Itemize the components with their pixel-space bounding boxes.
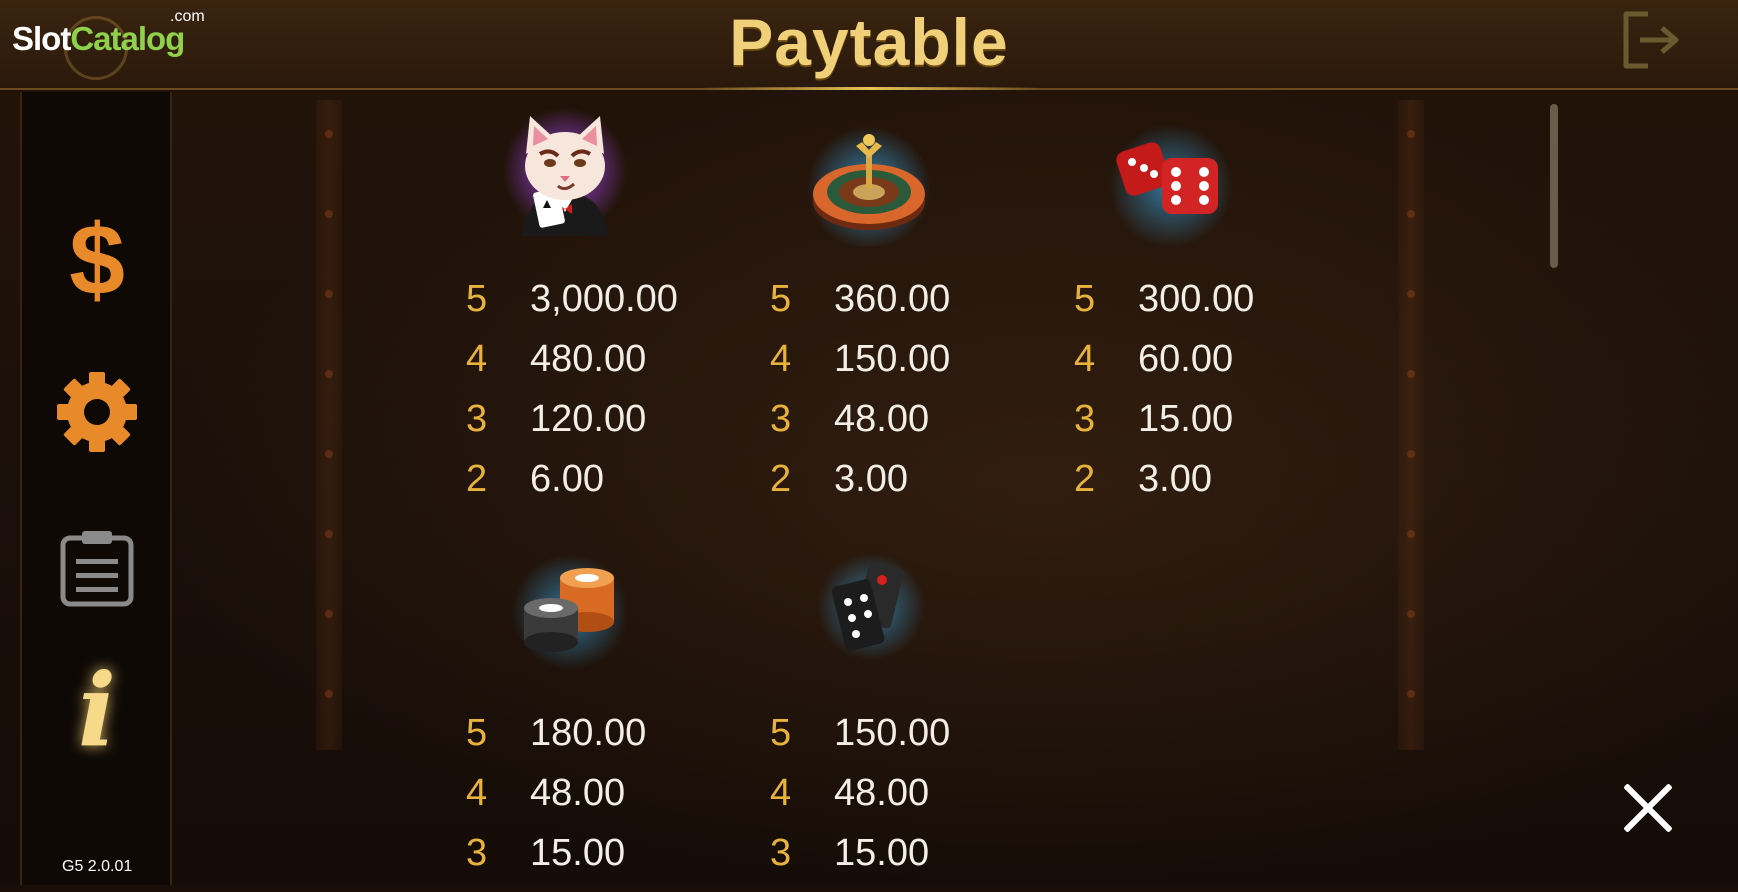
pay-row: 3 48.00 [770, 398, 1030, 458]
info-button[interactable]: i [52, 651, 142, 769]
dice-icon [1106, 116, 1236, 248]
match-count: 2 [770, 458, 792, 500]
match-count: 3 [770, 398, 792, 440]
payout-value: 48.00 [834, 398, 930, 440]
pay-row: 2 6.00 [466, 458, 726, 518]
cat-icon [500, 108, 630, 238]
match-count: 3 [770, 832, 792, 874]
scrollbar[interactable] [1550, 104, 1558, 268]
paylist-roulette: 5 360.00 4 150.00 3 48.00 2 3.00 [770, 278, 1030, 518]
exit-button[interactable] [1618, 8, 1684, 74]
close-button[interactable] [1620, 780, 1676, 836]
payout-value: 15.00 [834, 832, 930, 874]
exit-icon [1623, 11, 1679, 69]
paylist-cat: 5 3,000.00 4 480.00 3 120.00 2 6.00 [466, 278, 726, 518]
payout-value: 300.00 [1138, 278, 1255, 320]
payout-value: 3.00 [834, 458, 908, 500]
title-underline [700, 87, 1040, 90]
roulette-icon [804, 116, 934, 250]
sidebar: $ i G5 2.0.01 [20, 92, 172, 885]
payout-value: 3,000.00 [530, 278, 678, 320]
match-count: 2 [1074, 458, 1096, 500]
pay-row: 3 15.00 [1074, 398, 1334, 458]
match-count: 3 [466, 398, 488, 440]
pay-row: 4 48.00 [770, 772, 1030, 832]
chips-icon [510, 552, 640, 682]
pay-row: 5 300.00 [1074, 278, 1334, 338]
pay-row: 2 3.00 [770, 458, 1030, 518]
pay-row: 5 360.00 [770, 278, 1030, 338]
payout-value: 6.00 [530, 458, 604, 500]
history-button[interactable] [52, 520, 142, 616]
match-count: 3 [1074, 398, 1096, 440]
payout-value: 48.00 [834, 772, 930, 814]
page-title: Paytable [729, 5, 1009, 79]
match-count: 2 [466, 458, 488, 500]
payout-value: 120.00 [530, 398, 647, 440]
match-count: 5 [466, 278, 488, 320]
pay-row: 3 15.00 [466, 832, 726, 892]
paytable-panel[interactable]: 5 3,000.00 4 480.00 3 120.00 2 6.00 5 360.00 … [170, 92, 1738, 885]
pay-row: 5 180.00 [466, 712, 726, 772]
payout-value: 3.00 [1138, 458, 1212, 500]
settings-button[interactable] [52, 364, 142, 460]
payout-value: 480.00 [530, 338, 647, 380]
match-count: 3 [466, 832, 488, 874]
match-count: 5 [770, 278, 792, 320]
info-icon: i [78, 651, 116, 769]
clipboard-icon [60, 531, 134, 607]
pay-row: 3 15.00 [770, 832, 1030, 892]
match-count: 5 [466, 712, 488, 754]
payout-value: 180.00 [530, 712, 647, 754]
pay-row: 4 480.00 [466, 338, 726, 398]
bet-button[interactable]: $ [52, 204, 142, 316]
paylist-chips: 5 180.00 4 48.00 3 15.00 [466, 712, 726, 892]
match-count: 4 [466, 338, 488, 380]
pay-row: 2 3.00 [1074, 458, 1334, 518]
paylist-dominoes: 5 150.00 4 48.00 3 15.00 [770, 712, 1030, 892]
pay-row: 3 120.00 [466, 398, 726, 458]
match-count: 4 [770, 772, 792, 814]
payout-value: 48.00 [530, 772, 626, 814]
payout-value: 150.00 [834, 338, 951, 380]
match-count: 5 [1074, 278, 1096, 320]
dominoes-icon [816, 552, 946, 682]
payout-value: 15.00 [530, 832, 626, 874]
payout-value: 60.00 [1138, 338, 1234, 380]
dollar-icon: $ [69, 204, 125, 316]
pay-row: 4 48.00 [466, 772, 726, 832]
gear-icon [57, 372, 137, 452]
match-count: 4 [770, 338, 792, 380]
match-count: 5 [770, 712, 792, 754]
payout-value: 15.00 [1138, 398, 1234, 440]
pay-row: 4 60.00 [1074, 338, 1334, 398]
pay-row: 5 150.00 [770, 712, 1030, 772]
paylist-dice: 5 300.00 4 60.00 3 15.00 2 3.00 [1074, 278, 1334, 518]
payout-value: 360.00 [834, 278, 951, 320]
match-count: 4 [466, 772, 488, 814]
payout-value: 150.00 [834, 712, 951, 754]
pay-row: 4 150.00 [770, 338, 1030, 398]
top-bar: SlotCatalog .com Paytable [0, 0, 1738, 90]
pay-row: 5 3,000.00 [466, 278, 726, 338]
match-count: 4 [1074, 338, 1096, 380]
version-label: G5 2.0.01 [62, 858, 133, 875]
